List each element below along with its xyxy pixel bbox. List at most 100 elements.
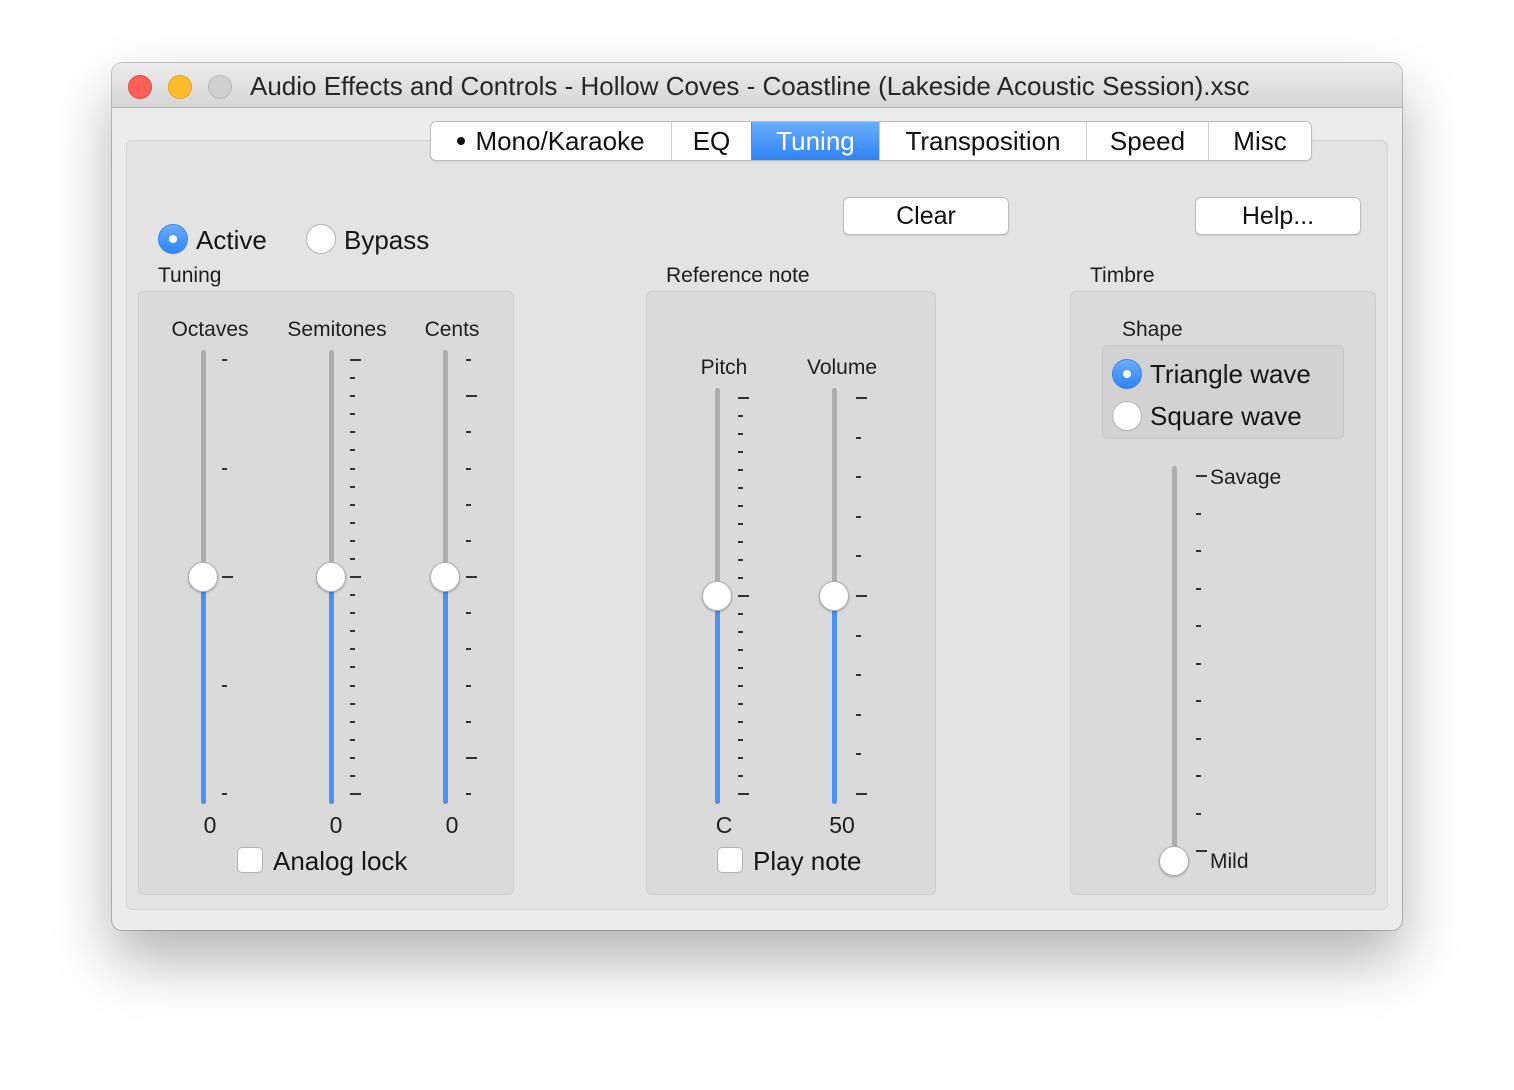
square-wave-radio[interactable] — [1112, 401, 1142, 431]
timbre-slider-tick — [1196, 775, 1201, 777]
pitch-slider-tick — [738, 613, 743, 615]
volume-slider-tick — [856, 793, 867, 795]
timbre-section-title: Timbre — [1090, 264, 1155, 287]
tab-mono-karaoke[interactable]: Mono/Karaoke — [431, 122, 671, 160]
timbre-slider-tick — [1196, 812, 1201, 815]
semitones-slider-tick — [350, 612, 355, 615]
reference-note-section-title: Reference note — [666, 264, 810, 287]
volume-slider-tick — [856, 713, 861, 716]
play-note-label[interactable]: Play note — [753, 846, 861, 877]
octaves-label: Octaves — [171, 318, 249, 341]
zoom-window-button[interactable] — [208, 75, 232, 99]
square-wave-label[interactable]: Square wave — [1150, 401, 1302, 432]
octaves-slider-tick — [222, 576, 233, 578]
semitones-slider-tick — [350, 738, 355, 741]
cents-slider-tick — [466, 648, 471, 651]
semitones-slider-tick — [350, 793, 361, 795]
window-title: Audio Effects and Controls - Hollow Cove… — [250, 71, 1250, 101]
pitch-slider-tick — [738, 577, 743, 579]
cents-slider-tick — [466, 467, 471, 470]
semitones-slider-tick — [350, 539, 355, 542]
pitch-slider-tick — [738, 649, 743, 651]
tab-misc[interactable]: Misc — [1208, 122, 1311, 160]
cents-slider-tick — [466, 395, 477, 398]
pitch-slider-fill — [715, 596, 720, 804]
tab-tuning[interactable]: Tuning — [751, 122, 879, 160]
volume-slider-knob[interactable] — [819, 581, 849, 611]
cents-slider-tick — [466, 431, 471, 434]
pitch-slider-tick — [738, 487, 743, 489]
tuning-group — [138, 291, 514, 895]
pitch-value: C — [715, 812, 733, 838]
pitch-slider-tick — [738, 505, 743, 507]
timbre-slider-tick — [1196, 737, 1201, 740]
pitch-slider-tick — [738, 541, 743, 543]
semitones-slider-tick — [350, 756, 355, 759]
semitones-slider-tick — [350, 648, 355, 651]
tab-transposition[interactable]: Transposition — [879, 122, 1086, 160]
tab-speed[interactable]: Speed — [1086, 122, 1208, 160]
cents-slider-tick — [466, 359, 471, 361]
help-button[interactable]: Help... — [1195, 197, 1361, 235]
semitones-slider-tick — [350, 557, 355, 560]
octaves-slider-tick — [222, 793, 227, 795]
audio-effects-window: Audio Effects and Controls - Hollow Cove… — [112, 63, 1402, 930]
volume-label: Volume — [806, 356, 878, 379]
semitones-slider-tick — [350, 503, 355, 506]
triangle-wave-radio[interactable] — [1112, 359, 1142, 389]
pitch-slider-tick — [738, 523, 743, 525]
bypass-label[interactable]: Bypass — [344, 225, 429, 256]
active-label[interactable]: Active — [196, 225, 267, 256]
cents-slider-knob[interactable] — [430, 562, 460, 592]
triangle-wave-label[interactable]: Triangle wave — [1150, 359, 1311, 390]
semitones-slider-tick — [350, 666, 355, 669]
timbre-slider-knob[interactable] — [1159, 846, 1189, 876]
timbre-min-label: Mild — [1210, 850, 1249, 873]
timbre-slider-tick — [1196, 512, 1201, 515]
pitch-slider-tick — [738, 793, 749, 795]
timbre-slider-track[interactable] — [1172, 466, 1177, 861]
cents-slider-fill — [443, 577, 448, 804]
semitones-slider-tick — [350, 576, 361, 578]
pitch-slider-tick — [738, 757, 743, 759]
timbre-slider-tick — [1196, 475, 1207, 477]
cents-label: Cents — [424, 318, 480, 341]
modified-dot-icon — [457, 137, 466, 145]
tab-label: EQ — [692, 125, 731, 156]
volume-slider-tick — [856, 515, 861, 518]
close-window-button[interactable] — [128, 75, 152, 99]
analog-lock-checkbox[interactable] — [237, 847, 263, 873]
play-note-checkbox[interactable] — [717, 847, 743, 873]
timbre-slider-tick — [1196, 662, 1201, 665]
title-bar[interactable]: Audio Effects and Controls - Hollow Cove… — [112, 63, 1402, 108]
octaves-value: 0 — [203, 812, 217, 838]
semitones-slider-tick — [350, 684, 355, 687]
pitch-slider-tick — [738, 433, 743, 435]
semitones-slider-tick — [350, 449, 355, 452]
tab-eq[interactable]: EQ — [671, 122, 751, 160]
pitch-slider-tick — [738, 469, 743, 471]
octaves-slider-fill — [201, 577, 206, 804]
clear-button[interactable]: Clear — [843, 197, 1009, 235]
bypass-radio[interactable] — [306, 224, 336, 254]
analog-lock-label[interactable]: Analog lock — [273, 846, 407, 877]
volume-slider-tick — [856, 753, 861, 756]
semitones-slider-tick — [350, 413, 355, 416]
active-radio[interactable] — [158, 224, 188, 254]
cents-slider-tick — [466, 576, 477, 578]
pitch-slider-tick — [738, 631, 743, 633]
pitch-slider-tick — [738, 415, 743, 417]
octaves-slider-knob[interactable] — [188, 562, 218, 592]
semitones-slider-knob[interactable] — [316, 562, 346, 592]
pitch-slider-knob[interactable] — [702, 581, 732, 611]
tab-label: Speed — [1109, 125, 1186, 156]
cents-slider-tick — [466, 539, 471, 542]
semitones-slider-tick — [350, 774, 355, 777]
cents-slider-tick — [466, 612, 471, 615]
cents-slider-tick — [466, 684, 471, 687]
semitones-slider-fill — [329, 577, 334, 804]
tab-label: Tuning — [776, 125, 855, 156]
minimize-window-button[interactable] — [168, 75, 192, 99]
semitones-slider-tick — [350, 467, 355, 470]
shape-label: Shape — [1122, 318, 1183, 341]
